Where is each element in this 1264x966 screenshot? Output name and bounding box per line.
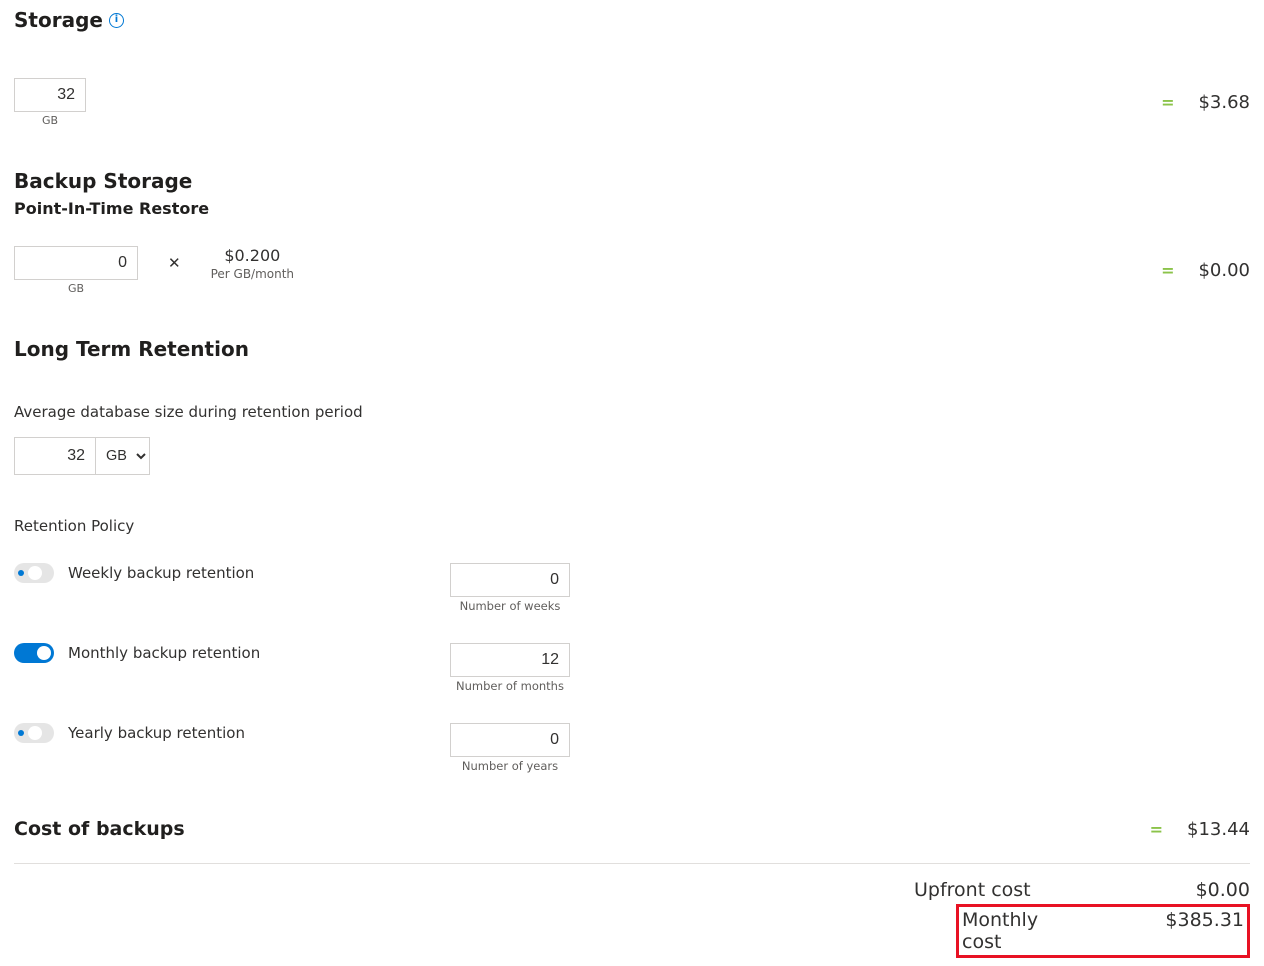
equals-icon: = <box>1161 93 1174 112</box>
yearly-retention-row: Yearly backup retention Number of years <box>14 723 1250 773</box>
storage-cost-group: = $3.68 <box>1161 92 1250 113</box>
multiply-icon: ✕ <box>168 254 181 272</box>
yearly-count-caption: Number of years <box>450 759 570 773</box>
monthly-cost-label: Monthly cost <box>962 909 1069 953</box>
divider <box>14 863 1250 864</box>
monthly-toggle[interactable] <box>14 643 54 663</box>
pitr-gb-unit: GB <box>68 282 84 295</box>
storage-gb-input[interactable] <box>14 78 86 112</box>
equals-icon: = <box>1150 820 1163 839</box>
retention-policy-label: Retention Policy <box>14 517 1250 535</box>
totals-block: Upfront cost $0.00 Monthly cost $385.31 <box>14 876 1250 958</box>
upfront-cost-row: Upfront cost $0.00 <box>14 876 1250 904</box>
storage-cost: $3.68 <box>1198 92 1250 113</box>
storage-title: Storage <box>14 8 103 32</box>
pitr-rate-caption: Per GB/month <box>211 267 294 281</box>
info-icon[interactable]: i <box>109 13 124 28</box>
yearly-toggle[interactable] <box>14 723 54 743</box>
weekly-retention-row: Weekly backup retention Number of weeks <box>14 563 1250 613</box>
pitr-rate-value: $0.200 <box>224 246 280 265</box>
storage-gb-unit: GB <box>42 114 58 127</box>
weekly-count-input[interactable] <box>450 563 570 597</box>
cost-of-backups-value: $13.44 <box>1187 819 1250 840</box>
yearly-count-input[interactable] <box>450 723 570 757</box>
monthly-toggle-label: Monthly backup retention <box>68 644 260 662</box>
upfront-cost-value: $0.00 <box>1154 879 1250 901</box>
storage-gb-group: GB <box>14 78 86 127</box>
equals-icon: = <box>1161 261 1174 280</box>
ltr-heading: Long Term Retention <box>14 337 1250 361</box>
pitr-cost: $0.00 <box>1198 260 1250 281</box>
avg-db-size-unit-select[interactable]: GB <box>96 437 150 475</box>
avg-db-size-label: Average database size during retention p… <box>14 403 1250 421</box>
weekly-toggle[interactable] <box>14 563 54 583</box>
avg-db-size-group: GB <box>14 437 150 475</box>
yearly-toggle-label: Yearly backup retention <box>68 724 245 742</box>
storage-heading: Storage i <box>14 8 124 32</box>
monthly-cost-value: $385.31 <box>1165 909 1244 931</box>
weekly-count-caption: Number of weeks <box>450 599 570 613</box>
monthly-cost-highlight: Monthly cost $385.31 <box>956 904 1250 958</box>
monthly-count-input[interactable] <box>450 643 570 677</box>
pitr-rate-group: $0.200 Per GB/month <box>211 246 294 281</box>
weekly-toggle-label: Weekly backup retention <box>68 564 254 582</box>
monthly-count-caption: Number of months <box>450 679 570 693</box>
backup-storage-heading: Backup Storage <box>14 169 1250 193</box>
monthly-retention-row: Monthly backup retention Number of month… <box>14 643 1250 693</box>
cost-of-backups-label: Cost of backups <box>14 818 185 840</box>
upfront-cost-label: Upfront cost <box>914 879 1054 901</box>
pitr-gb-group: GB <box>14 246 138 295</box>
cost-of-backups-group: = $13.44 <box>1150 819 1250 840</box>
avg-db-size-input[interactable] <box>14 437 96 475</box>
pitr-label: Point-In-Time Restore <box>14 199 1250 218</box>
pitr-calc-row: GB ✕ $0.200 Per GB/month <box>14 246 294 295</box>
pitr-gb-input[interactable] <box>14 246 138 280</box>
pitr-cost-group: = $0.00 <box>1161 260 1250 281</box>
